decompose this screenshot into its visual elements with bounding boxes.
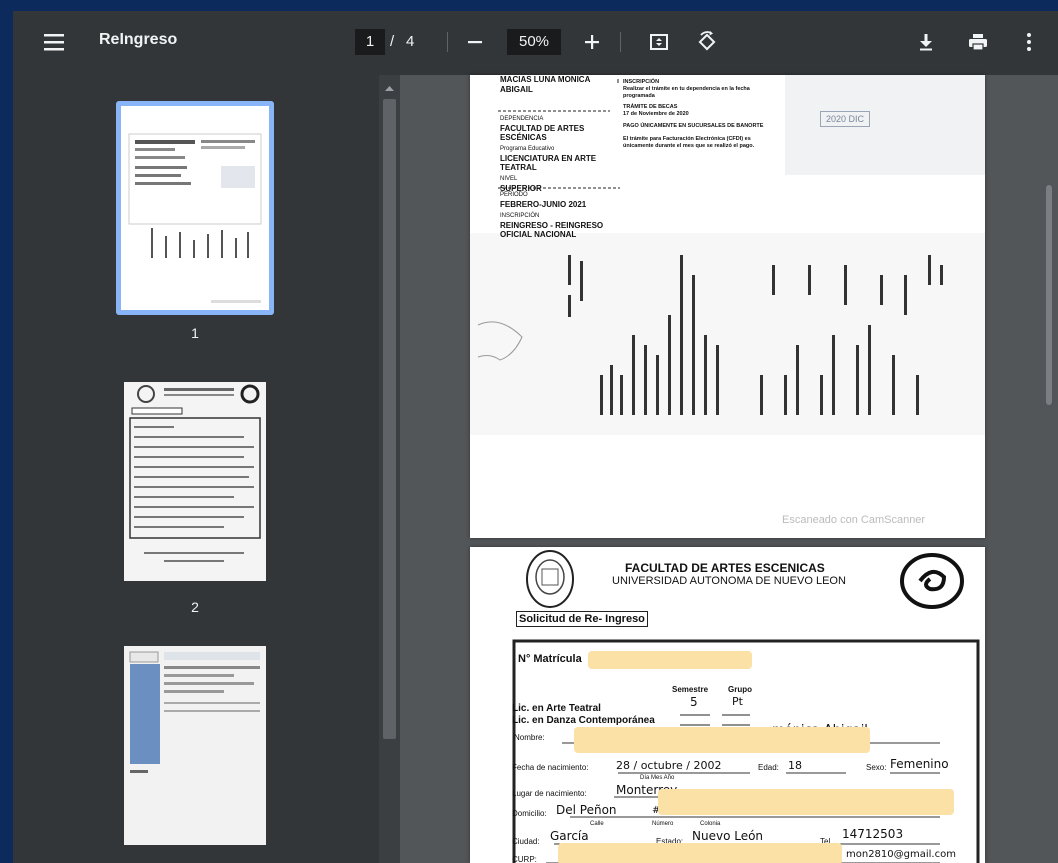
page-total: 4 [406,33,415,50]
thumbnail-page-2[interactable] [124,382,266,581]
pdf-viewer: ReIngreso 1 / 4 50% 1 2 MACIAS LUNA MONI… [13,11,1058,863]
download-icon[interactable] [913,29,939,55]
fit-page-icon[interactable] [646,29,672,55]
p1-dependencia-value: FACULTAD DE ARTES [500,124,585,133]
zoom-in-icon[interactable] [579,29,605,55]
p2-faculty: FACULTAD DE ARTES ESCENICAS [625,561,825,575]
p2-tel-value: 14712503 [842,827,904,841]
page-number-input[interactable]: 1 [355,29,385,55]
p2-matricula-label: N° Matrícula [518,653,582,665]
p1-right-5: 17 de Noviembre de 2020 [623,111,689,117]
menu-icon[interactable] [39,27,69,57]
p2-program1: Lic. en Arte Teatral [512,703,601,714]
p2-edad-label: Edad: [758,763,779,772]
zoom-input[interactable]: 50% [507,29,561,55]
p2-grupo-label: Grupo [728,685,752,694]
rotate-icon[interactable] [694,29,720,55]
redaction-matricula [588,651,752,669]
sidebar-scroll-thumb[interactable] [383,99,396,739]
p2-university: UNIVERSIDAD AUTONOMA DE NUEVO LEON [612,575,846,587]
p1-periodo-label: PERIODO [500,192,528,198]
p2-grupo-value: Pt [732,695,743,708]
p2-calle-sub: Calle [590,821,604,827]
toolbar-divider [447,32,448,52]
p2-email-value: mon2810@gmail.com [846,849,956,860]
p2-lugar-label: Lugar de nacimiento: [512,789,587,798]
thumbnail-sidebar: 1 2 [13,75,379,863]
p1-programa-value: LICENCIATURA EN ARTE [500,154,597,163]
p2-edad-value: 18 [788,759,802,772]
zoom-out-icon[interactable] [462,29,488,55]
p2-nombre-label: Nombre: [514,733,545,742]
redaction-nombre [574,727,870,753]
p1-inscripcion-value: REINGRESO - REINGRESO [500,221,604,230]
p2-sexo-value: Femenino [890,757,949,771]
p1-dependencia-label: DEPENDENCIA [500,116,544,122]
p1-name-line1: MACIAS LUNA MONICA [500,75,591,84]
p1-programa-value2: TEATRAL [500,163,537,172]
p2-sexo-label: Sexo: [866,763,887,772]
thumbnail-page-3[interactable] [124,646,266,845]
p1-nivel-label: NIVEL [500,176,518,182]
document-page-2: FACULTAD DE ARTES ESCENICAS UNIVERSIDAD … [470,547,985,863]
p2-numero-sub: Número [652,821,674,827]
p2-form-title: Solicitud de Re- Ingreso [516,611,648,627]
p2-estado-value: Nuevo León [692,829,764,843]
p1-watermark: Escaneado con CamScanner [782,514,926,526]
document-scroll-thumb[interactable] [1046,185,1052,405]
p1-name-line2: ABIGAIL [500,85,533,94]
p2-domicilio-label: Domicilio: [512,809,547,818]
sidebar-scrollbar[interactable] [379,75,400,863]
thumbnail-label-2: 2 [191,599,199,615]
document-page-1: MACIAS LUNA MONICA ABIGAIL DEPENDENCIA F… [470,75,985,538]
p1-right-6: PAGO ÚNICAMENTE EN SUCURSALES DE BANORTE [623,123,764,129]
redaction-curp [558,843,842,863]
p1-right-4: TRÁMITE DE BECAS [623,104,678,110]
p2-ciudad-value: García [550,829,589,843]
p1-bank-stamp: 2020 DIC [820,111,871,127]
toolbar-divider [620,32,621,52]
p2-semestre-value: 5 [690,695,698,709]
p2-fecha-sub: Día Mes Año [640,775,675,781]
p1-right-3: programada [623,93,655,99]
p1-periodo-value: FEBRERO-JUNIO 2021 [500,200,587,209]
p2-fecha-value: 28 / octubre / 2002 [616,759,722,772]
p1-inscripcion-label: INSCRIPCIÓN [500,213,540,219]
thumbnail-page-1[interactable] [116,101,274,315]
p2-semestre-label: Semestre [672,685,709,694]
document-scrollbar[interactable] [1040,75,1058,863]
p2-curp-label: CURP: [512,855,537,863]
p1-right-7: El trámite para Facturación Electrónica … [623,136,751,142]
page-separator: / [390,33,395,50]
p2-domicilio-value: Del Peñon [556,803,617,817]
more-options-icon[interactable] [1016,29,1042,55]
p2-colonia-sub: Colonia [700,821,721,827]
p1-dependencia-value2: ESCÉNICAS [500,133,547,142]
p1-right-1: INSCRIPCIÓN [623,79,660,85]
p1-right-2: Realizar el trámite en tu dependencia en… [623,86,750,92]
p2-fecha-label: Fecha de nacimiento: [512,763,589,772]
p1-right-8: únicamente durante el mes que se realizó… [623,143,755,149]
p1-programa-label: Programa Educativo [500,146,555,152]
p2-program2: Lic. en Danza Contemporánea [512,715,655,726]
toolbar: ReIngreso 1 / 4 50% [13,11,1058,75]
document-title: ReIngreso [99,31,178,48]
redaction-domicilio [658,789,954,815]
print-icon[interactable] [965,29,991,55]
thumbnail-label-1: 1 [191,325,199,341]
p2-ciudad-label: Ciudad: [512,837,540,846]
p1-inscripcion-value2: OFICIAL NACIONAL [500,230,577,239]
